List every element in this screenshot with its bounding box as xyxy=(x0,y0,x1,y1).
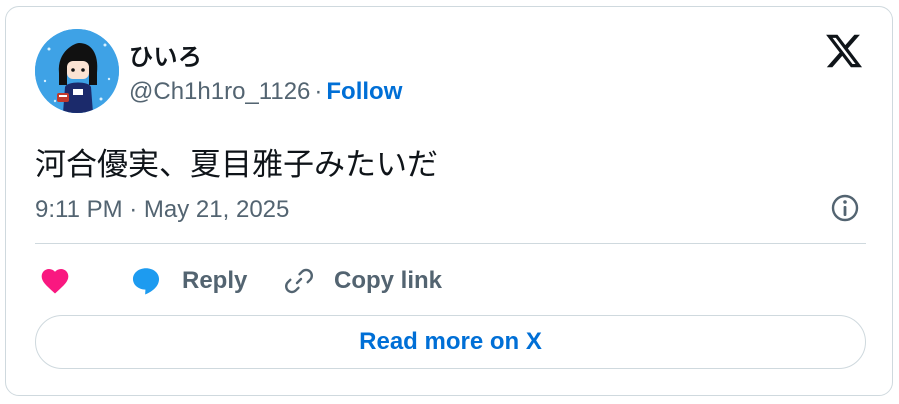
info-icon[interactable] xyxy=(829,192,861,224)
tweet-card: ひいろ @Ch1h1ro_1126 · Follow 河合優実、夏目雅子みたいだ 9… xyxy=(5,6,893,396)
copy-link-button[interactable]: Copy link xyxy=(283,259,442,303)
reply-label: Reply xyxy=(182,267,248,294)
read-more-button[interactable]: Read more on X xyxy=(35,315,866,369)
heart-icon xyxy=(41,269,69,294)
handle-row: @Ch1h1ro_1126 · Follow xyxy=(129,78,402,106)
speech-bubble-icon xyxy=(132,268,160,295)
avatar[interactable] xyxy=(35,29,119,113)
user-handle[interactable]: @Ch1h1ro_1126 xyxy=(129,78,310,105)
like-button[interactable] xyxy=(39,259,71,303)
tweet-text: 河合優実、夏目雅子みたいだ xyxy=(35,147,438,182)
tweet-timestamp[interactable]: 9:11 PM · May 21, 2025 xyxy=(35,196,289,224)
action-bar: Reply Copy link xyxy=(35,259,635,303)
copy-link-label: Copy link xyxy=(334,267,443,294)
x-logo-icon[interactable] xyxy=(824,31,864,71)
display-name[interactable]: ひいろ xyxy=(129,37,203,72)
link-icon xyxy=(285,268,313,294)
handle-separator: · xyxy=(314,78,323,105)
divider xyxy=(35,243,866,244)
follow-link[interactable]: Follow xyxy=(326,78,402,105)
reply-button[interactable]: Reply xyxy=(129,259,247,303)
avatar-image xyxy=(35,29,119,113)
